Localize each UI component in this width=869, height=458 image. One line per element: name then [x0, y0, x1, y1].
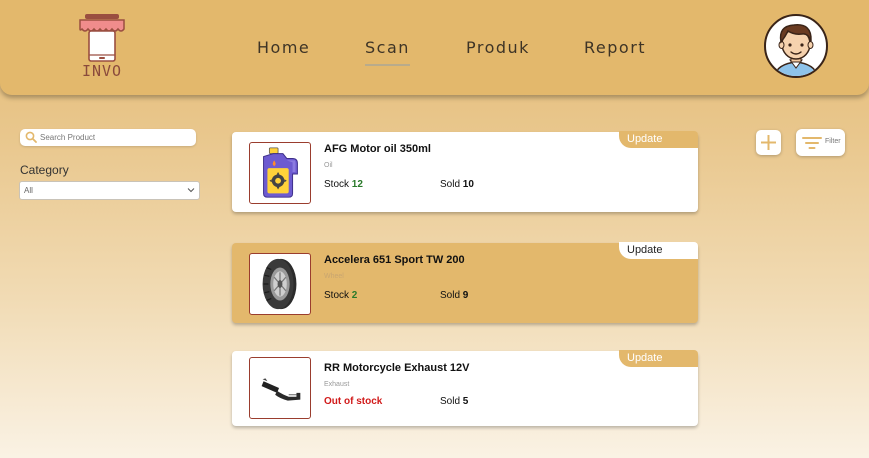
- user-avatar[interactable]: [764, 14, 828, 78]
- product-card[interactable]: AFG Motor oil 350ml Oil Stock 12 Sold 10…: [232, 131, 698, 212]
- nav-scan[interactable]: Scan: [365, 38, 410, 66]
- tire-icon: [262, 258, 297, 310]
- update-button[interactable]: Update: [619, 242, 698, 259]
- product-card[interactable]: RR Motorcycle Exhaust 12V Exhaust Out of…: [232, 350, 698, 426]
- search-icon: [25, 131, 37, 143]
- product-image: [249, 357, 311, 419]
- plus-icon: [761, 135, 776, 150]
- product-sold: Sold 10: [440, 179, 474, 190]
- category-label: Category: [20, 163, 69, 177]
- category-selected-value: All: [24, 186, 33, 195]
- filter-button[interactable]: Filter: [796, 129, 845, 156]
- filter-label: Filter: [825, 138, 841, 145]
- add-product-button[interactable]: [756, 130, 781, 155]
- stock-label: Stock: [324, 179, 350, 190]
- product-sold: Sold 9: [440, 290, 468, 301]
- update-button[interactable]: Update: [619, 350, 698, 367]
- product-category: Wheel: [324, 273, 344, 280]
- logo-text: INVO: [81, 62, 123, 80]
- stock-count: 12: [351, 179, 363, 190]
- product-image: [249, 253, 311, 315]
- nav-produk[interactable]: Produk: [466, 38, 530, 57]
- nav-report[interactable]: Report: [584, 38, 646, 57]
- product-name: RR Motorcycle Exhaust 12V: [324, 362, 470, 374]
- out-of-stock-label: Out of stock: [324, 396, 383, 407]
- search-box[interactable]: [20, 129, 196, 146]
- product-name: AFG Motor oil 350ml: [324, 143, 431, 155]
- sold-count: 10: [462, 179, 474, 190]
- oil-bottle-icon: [263, 147, 298, 198]
- update-button[interactable]: Update: [619, 131, 698, 148]
- sold-label: Sold: [440, 396, 461, 407]
- product-stock: Stock 12: [324, 179, 363, 190]
- filter-lines-icon: [802, 137, 822, 149]
- sold-count: 5: [462, 396, 469, 407]
- product-card[interactable]: Accelera 651 Sport TW 200 Wheel Stock 2 …: [232, 242, 698, 323]
- chevron-down-icon: [187, 188, 195, 193]
- top-navbar: INVO Home Scan Produk Report: [0, 0, 869, 95]
- exhaust-icon: [261, 378, 301, 401]
- product-name: Accelera 651 Sport TW 200: [324, 254, 465, 266]
- product-image: [249, 142, 311, 204]
- product-category: Oil: [324, 162, 333, 169]
- product-stock: Stock 2: [324, 290, 357, 301]
- product-sold: Sold 5: [440, 396, 468, 407]
- sold-label: Sold: [440, 290, 461, 301]
- search-input[interactable]: [40, 130, 190, 145]
- stock-count: 2: [351, 290, 358, 301]
- nav-home[interactable]: Home: [257, 38, 310, 57]
- product-category: Exhaust: [324, 381, 350, 388]
- stock-label: Stock: [324, 290, 350, 301]
- sold-label: Sold: [440, 179, 461, 190]
- category-select[interactable]: All: [19, 181, 200, 200]
- sold-count: 9: [462, 290, 469, 301]
